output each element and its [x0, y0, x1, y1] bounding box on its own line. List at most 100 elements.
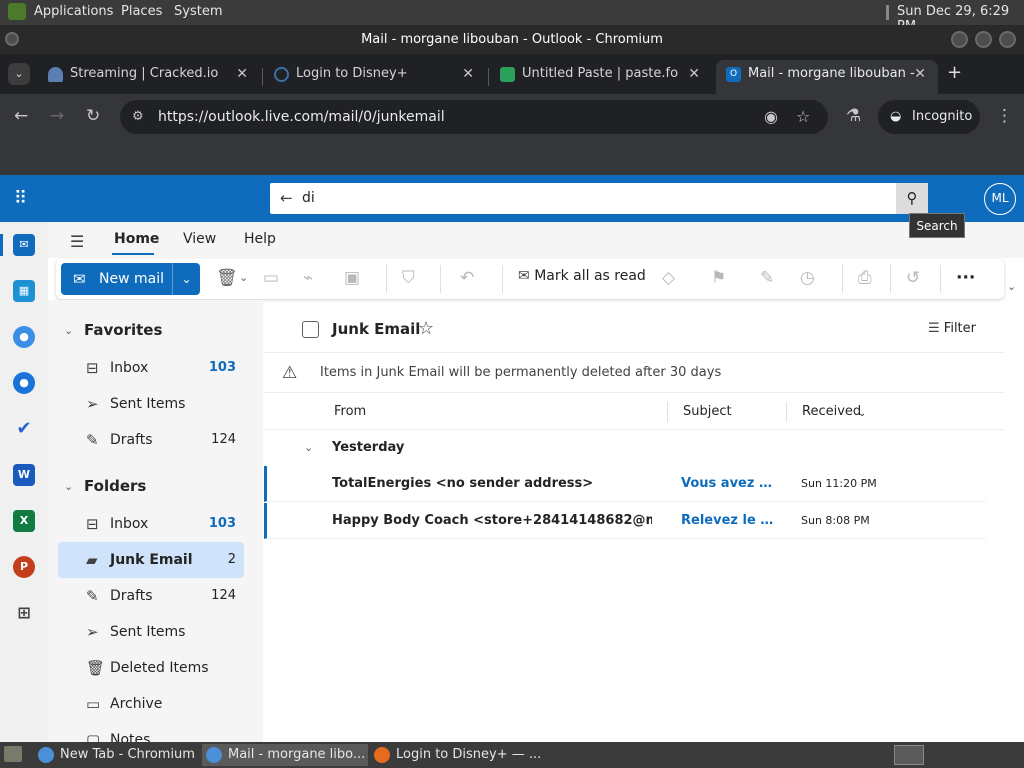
close-tab-icon[interactable]: ✕ [914, 60, 926, 88]
folder-junk-email[interactable]: ▰ Junk Email 2 [58, 542, 244, 578]
flag-icon[interactable]: ⚑ [711, 268, 726, 288]
show-desktop-icon[interactable] [4, 746, 22, 762]
tab-paste[interactable]: Untitled Paste | paste.fo ✕ [490, 60, 712, 94]
folder-label: Sent Items [110, 396, 186, 412]
mark-all-read-button[interactable]: ✉ Mark all as read [518, 268, 646, 284]
new-tab-icon[interactable]: + [947, 62, 962, 83]
ribbon-collapse-icon[interactable]: ⌄ [1007, 280, 1016, 293]
hamburger-menu-icon[interactable]: ☰ [70, 232, 84, 251]
forward-icon[interactable]: → [50, 106, 64, 126]
window-menu-icon[interactable] [5, 32, 19, 46]
column-subject[interactable]: Subject [683, 393, 732, 431]
folder-inbox[interactable]: ⊟ Inbox 103 [58, 506, 244, 542]
more-options-icon[interactable]: ··· [956, 268, 975, 288]
report-icon[interactable]: ⛉ [402, 268, 415, 288]
undo-icon[interactable]: ↺ [906, 268, 920, 288]
delete-dropdown-icon[interactable]: ⌄ [239, 271, 248, 284]
move-to-icon[interactable]: ▣ [344, 268, 360, 288]
new-mail-dropdown-icon[interactable]: ⌄ [172, 263, 200, 295]
eye-icon[interactable]: ◉ [764, 100, 778, 134]
url-field[interactable]: ⚙ https://outlook.live.com/mail/0/junkem… [120, 100, 828, 134]
tab-cracked[interactable]: Streaming | Cracked.io ✕ [38, 60, 260, 94]
folder-sent-items[interactable]: ➢ Sent Items [58, 614, 244, 650]
workspace-switcher-icon[interactable] [894, 745, 924, 765]
favorite-star-icon[interactable]: ☆ [418, 318, 434, 339]
sweep-icon[interactable]: ⌁ [303, 268, 313, 288]
folders-heading[interactable]: Folders [84, 477, 146, 495]
taskbar-disney[interactable]: Login to Disney+ — ... [370, 744, 541, 766]
column-received[interactable]: Received [802, 393, 861, 431]
favorites-heading[interactable]: Favorites [84, 321, 162, 339]
folder-drafts[interactable]: ✎ Drafts 124 [58, 578, 244, 614]
maximize-icon[interactable] [975, 31, 992, 48]
snooze-icon[interactable]: ◷ [800, 268, 815, 288]
message-row[interactable]: Happy Body Coach <store+28414148682@m.sh… [264, 503, 986, 539]
close-tab-icon[interactable]: ✕ [688, 60, 700, 88]
incognito-indicator[interactable]: ◒ Incognito [878, 100, 980, 134]
tab-search-chevron-icon[interactable]: ⌄ [8, 63, 30, 85]
applications-menu[interactable]: Applications [34, 4, 113, 19]
close-tab-icon[interactable]: ✕ [462, 60, 474, 88]
favorite-sent-items[interactable]: ➢ Sent Items [58, 386, 244, 422]
back-icon[interactable]: ← [14, 106, 28, 126]
bookmark-star-icon[interactable]: ☆ [796, 100, 810, 134]
search-button[interactable]: ⚲ [896, 183, 928, 214]
app-menu-icon[interactable] [8, 3, 26, 20]
window-titlebar: Mail - morgane libouban - Outlook - Chro… [0, 25, 1024, 54]
delete-icon[interactable]: 🗑 [216, 268, 238, 288]
sort-chevron-icon[interactable]: ⌄ [858, 395, 866, 433]
folder-notes[interactable]: ▢ Notes [58, 722, 244, 742]
app-launcher-icon[interactable]: ⠿ [14, 188, 27, 209]
group-header[interactable]: ⌄ Yesterday [264, 430, 986, 466]
group-chevron-icon[interactable]: ⌄ [304, 430, 313, 466]
calendar-app-icon[interactable]: ▦ [13, 280, 35, 302]
folder-archive[interactable]: ▭ Archive [58, 686, 244, 722]
close-window-icon[interactable] [999, 31, 1016, 48]
more-apps-icon[interactable]: ⊞ [13, 602, 35, 624]
todo-app-icon[interactable]: ✔ [13, 418, 35, 440]
powerpoint-app-icon[interactable]: P [13, 556, 35, 578]
close-tab-icon[interactable]: ✕ [236, 60, 248, 88]
folder-deleted-items[interactable]: 🗑 Deleted Items [58, 650, 244, 686]
archive-icon[interactable]: ▭ [263, 268, 279, 288]
filter-button[interactable]: ☰ Filter [928, 321, 976, 336]
column-divider[interactable] [786, 402, 787, 422]
reply-icon[interactable]: ↶ [460, 268, 474, 288]
tab-view[interactable]: View [183, 231, 216, 247]
search-back-icon[interactable]: ← [280, 183, 293, 214]
tag-icon[interactable]: ◇ [662, 268, 675, 288]
message-row[interactable]: TotalEnergies <no sender address> Vous a… [264, 466, 986, 502]
browser-menu-icon[interactable]: ⋮ [996, 106, 1013, 126]
mail-app-icon[interactable]: ✉ [13, 234, 35, 256]
tab-home[interactable]: Home [114, 231, 159, 247]
favorites-chevron-icon[interactable]: ⌄ [64, 324, 73, 337]
tab-disney[interactable]: Login to Disney+ ✕ [264, 60, 486, 94]
groups-app-icon[interactable]: ● [13, 372, 35, 394]
tab-outlook[interactable]: O Mail - morgane libouban - ✕ [716, 60, 938, 94]
word-app-icon[interactable]: W [13, 464, 35, 486]
places-menu[interactable]: Places [121, 4, 162, 19]
new-mail-button[interactable]: ✉ New mail ⌄ [61, 263, 200, 295]
avatar[interactable]: ML [984, 183, 1016, 215]
print-icon[interactable]: ⎙ [858, 268, 872, 288]
disney-favicon-icon [274, 67, 289, 82]
favorite-inbox[interactable]: ⊟ Inbox 103 [58, 350, 244, 386]
people-app-icon[interactable]: ● [13, 326, 35, 348]
minimize-icon[interactable] [951, 31, 968, 48]
pin-icon[interactable]: ✎ [760, 268, 774, 288]
select-all-checkbox[interactable] [302, 321, 319, 338]
taskbar-mail[interactable]: Mail - morgane libo... [202, 744, 368, 766]
column-from[interactable]: From [334, 393, 366, 431]
folders-chevron-icon[interactable]: ⌄ [64, 480, 73, 493]
search-input[interactable]: ← di ⚲ [270, 183, 928, 214]
site-info-icon[interactable]: ⚙ [132, 100, 144, 134]
tab-help[interactable]: Help [244, 231, 276, 247]
tab-label: Streaming | Cracked.io [70, 66, 219, 81]
favorite-drafts[interactable]: ✎ Drafts 124 [58, 422, 244, 458]
reload-icon[interactable]: ↻ [86, 106, 100, 126]
system-menu[interactable]: System [174, 4, 222, 19]
column-divider[interactable] [667, 402, 668, 422]
taskbar-new-tab[interactable]: New Tab - Chromium [34, 744, 200, 766]
excel-app-icon[interactable]: X [13, 510, 35, 532]
labs-flask-icon[interactable]: ⚗ [846, 106, 861, 126]
